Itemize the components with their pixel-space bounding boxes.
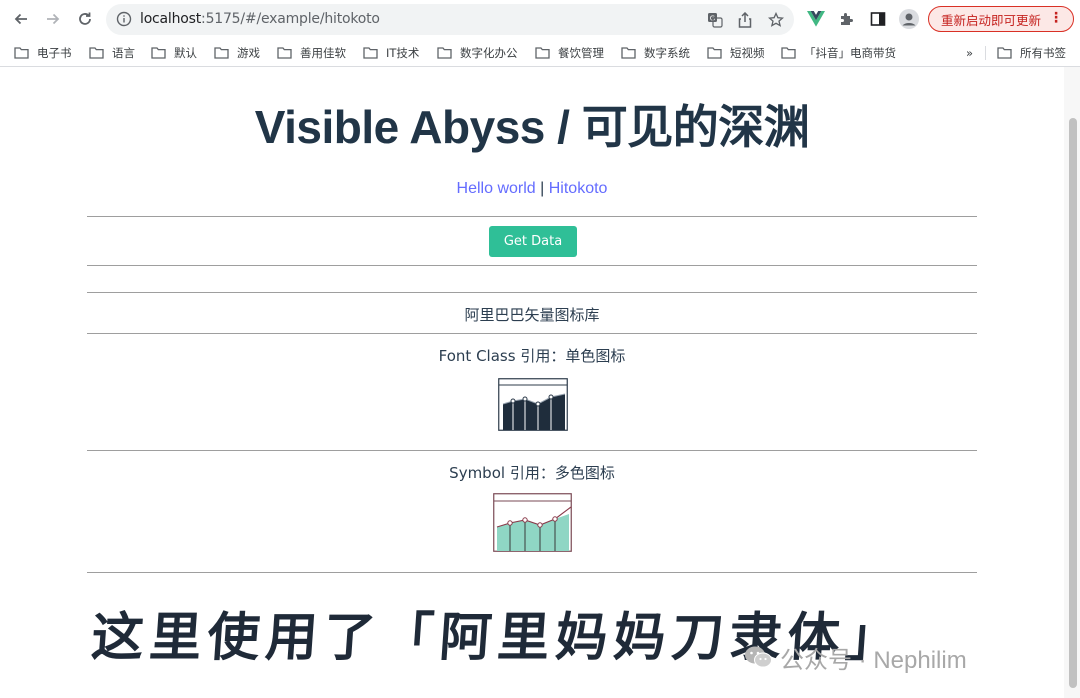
url-text: localhost:5175/#/example/hitokoto xyxy=(140,11,380,27)
get-data-button[interactable]: Get Data xyxy=(489,226,577,257)
watermark-text: 公众号 · Nephilim xyxy=(780,646,967,674)
page-title: Visible Abyss / 可见的深渊 xyxy=(254,101,810,153)
folder-icon xyxy=(781,47,796,59)
address-bar[interactable]: localhost:5175/#/example/hitokoto G xyxy=(106,4,794,35)
bookmark-label: 游戏 xyxy=(237,46,260,60)
divider xyxy=(87,265,977,266)
bookmarks-overflow-button[interactable]: » xyxy=(966,44,973,62)
side-panel-icon[interactable] xyxy=(868,9,888,29)
bookmark-label: 所有书签 xyxy=(1020,46,1066,60)
folder-icon xyxy=(707,47,722,59)
bookmark-folder[interactable]: 语言 xyxy=(89,44,135,62)
relaunch-to-update-button[interactable]: 重新启动即可更新 ⋮ xyxy=(928,6,1074,32)
bookmark-folder[interactable]: 短视频 xyxy=(707,44,765,62)
hello-world-link[interactable]: Hello world xyxy=(457,180,536,197)
update-label: 重新启动即可更新 xyxy=(941,12,1042,28)
divider xyxy=(87,333,977,334)
folder-icon xyxy=(535,47,550,59)
all-bookmarks-folder[interactable]: 所有书签 xyxy=(997,44,1066,62)
bookmark-label: 善用佳软 xyxy=(300,46,346,60)
folder-icon xyxy=(997,47,1012,59)
bookmark-label: 电子书 xyxy=(37,46,72,60)
nav-links: Hello world | Hitokoto xyxy=(0,180,1064,198)
folder-icon xyxy=(363,47,378,59)
iconfont-heading: 阿里巴巴矢量图标库 xyxy=(464,306,600,324)
bookmark-folder[interactable]: 电子书 xyxy=(14,44,72,62)
folder-icon xyxy=(277,47,292,59)
url-path: :5175/#/example/hitokoto xyxy=(201,11,380,27)
folder-icon xyxy=(214,47,229,59)
bookmark-label: 默认 xyxy=(174,46,197,60)
bookmark-folder[interactable]: 餐饮管理 xyxy=(535,44,604,62)
folder-icon xyxy=(151,47,166,59)
bookmark-label: IT技术 xyxy=(386,46,420,60)
monochrome-chart-icon xyxy=(498,378,568,431)
hitokoto-link[interactable]: Hitokoto xyxy=(549,180,608,197)
bookmark-label: 餐饮管理 xyxy=(558,46,604,60)
folder-icon xyxy=(437,47,452,59)
folder-icon xyxy=(89,47,104,59)
symbol-label: Symbol 引用：多色图标 xyxy=(449,464,615,482)
bookmark-label: 「抖音」电商带货 xyxy=(804,46,896,60)
vue-devtools-icon[interactable] xyxy=(806,9,826,29)
bookmark-folder[interactable]: IT技术 xyxy=(363,44,419,62)
scrollbar-thumb[interactable] xyxy=(1069,118,1077,688)
bookmark-label: 数字系统 xyxy=(644,46,690,60)
bookmark-label: 短视频 xyxy=(730,46,765,60)
bookmark-label: 数字化办公 xyxy=(460,46,518,60)
reload-icon[interactable] xyxy=(73,7,97,31)
bookmark-folder[interactable]: 数字化办公 xyxy=(437,44,518,62)
multicolor-chart-icon xyxy=(493,493,572,552)
profile-icon[interactable] xyxy=(899,9,919,29)
bookmark-folder[interactable]: 数字系统 xyxy=(621,44,690,62)
browser-toolbar: localhost:5175/#/example/hitokoto G 重新启动… xyxy=(0,0,1080,38)
url-host: localhost xyxy=(140,11,202,27)
bookmark-folder[interactable]: 默认 xyxy=(151,44,197,62)
share-icon[interactable] xyxy=(736,11,754,29)
puzzle-icon[interactable] xyxy=(837,9,857,29)
folder-icon xyxy=(621,47,636,59)
divider xyxy=(87,572,977,573)
arrow-left-icon[interactable] xyxy=(9,7,33,31)
watermark: 公众号 · Nephilim xyxy=(744,641,967,674)
star-icon[interactable] xyxy=(767,11,785,29)
folder-icon xyxy=(14,47,29,59)
bookmark-folder[interactable]: 「抖音」电商带货 xyxy=(781,44,896,62)
translate-icon[interactable]: G xyxy=(706,11,724,29)
bookmarks-bar: 电子书 语言 默认 游戏 善用佳软 IT技术 数字化办公 餐饮管理 数字系统 短… xyxy=(0,40,1080,67)
overflow-label: » xyxy=(966,46,974,60)
info-icon[interactable] xyxy=(116,11,132,32)
page-viewport: Visible Abyss / 可见的深渊 Hello world | Hito… xyxy=(0,67,1064,698)
bookmark-folder[interactable]: 游戏 xyxy=(214,44,260,62)
divider xyxy=(87,292,977,293)
bookmark-folder[interactable]: 善用佳软 xyxy=(277,44,346,62)
wechat-icon xyxy=(745,646,772,668)
divider xyxy=(87,216,977,217)
kebab-menu-icon[interactable]: ⋮ xyxy=(1049,10,1063,26)
font-class-label: Font Class 引用：单色图标 xyxy=(438,347,626,365)
bookmark-label: 语言 xyxy=(112,46,135,60)
link-separator: | xyxy=(540,180,545,197)
bookmark-divider xyxy=(985,46,986,60)
arrow-right-icon[interactable] xyxy=(41,7,65,31)
divider xyxy=(87,450,977,451)
